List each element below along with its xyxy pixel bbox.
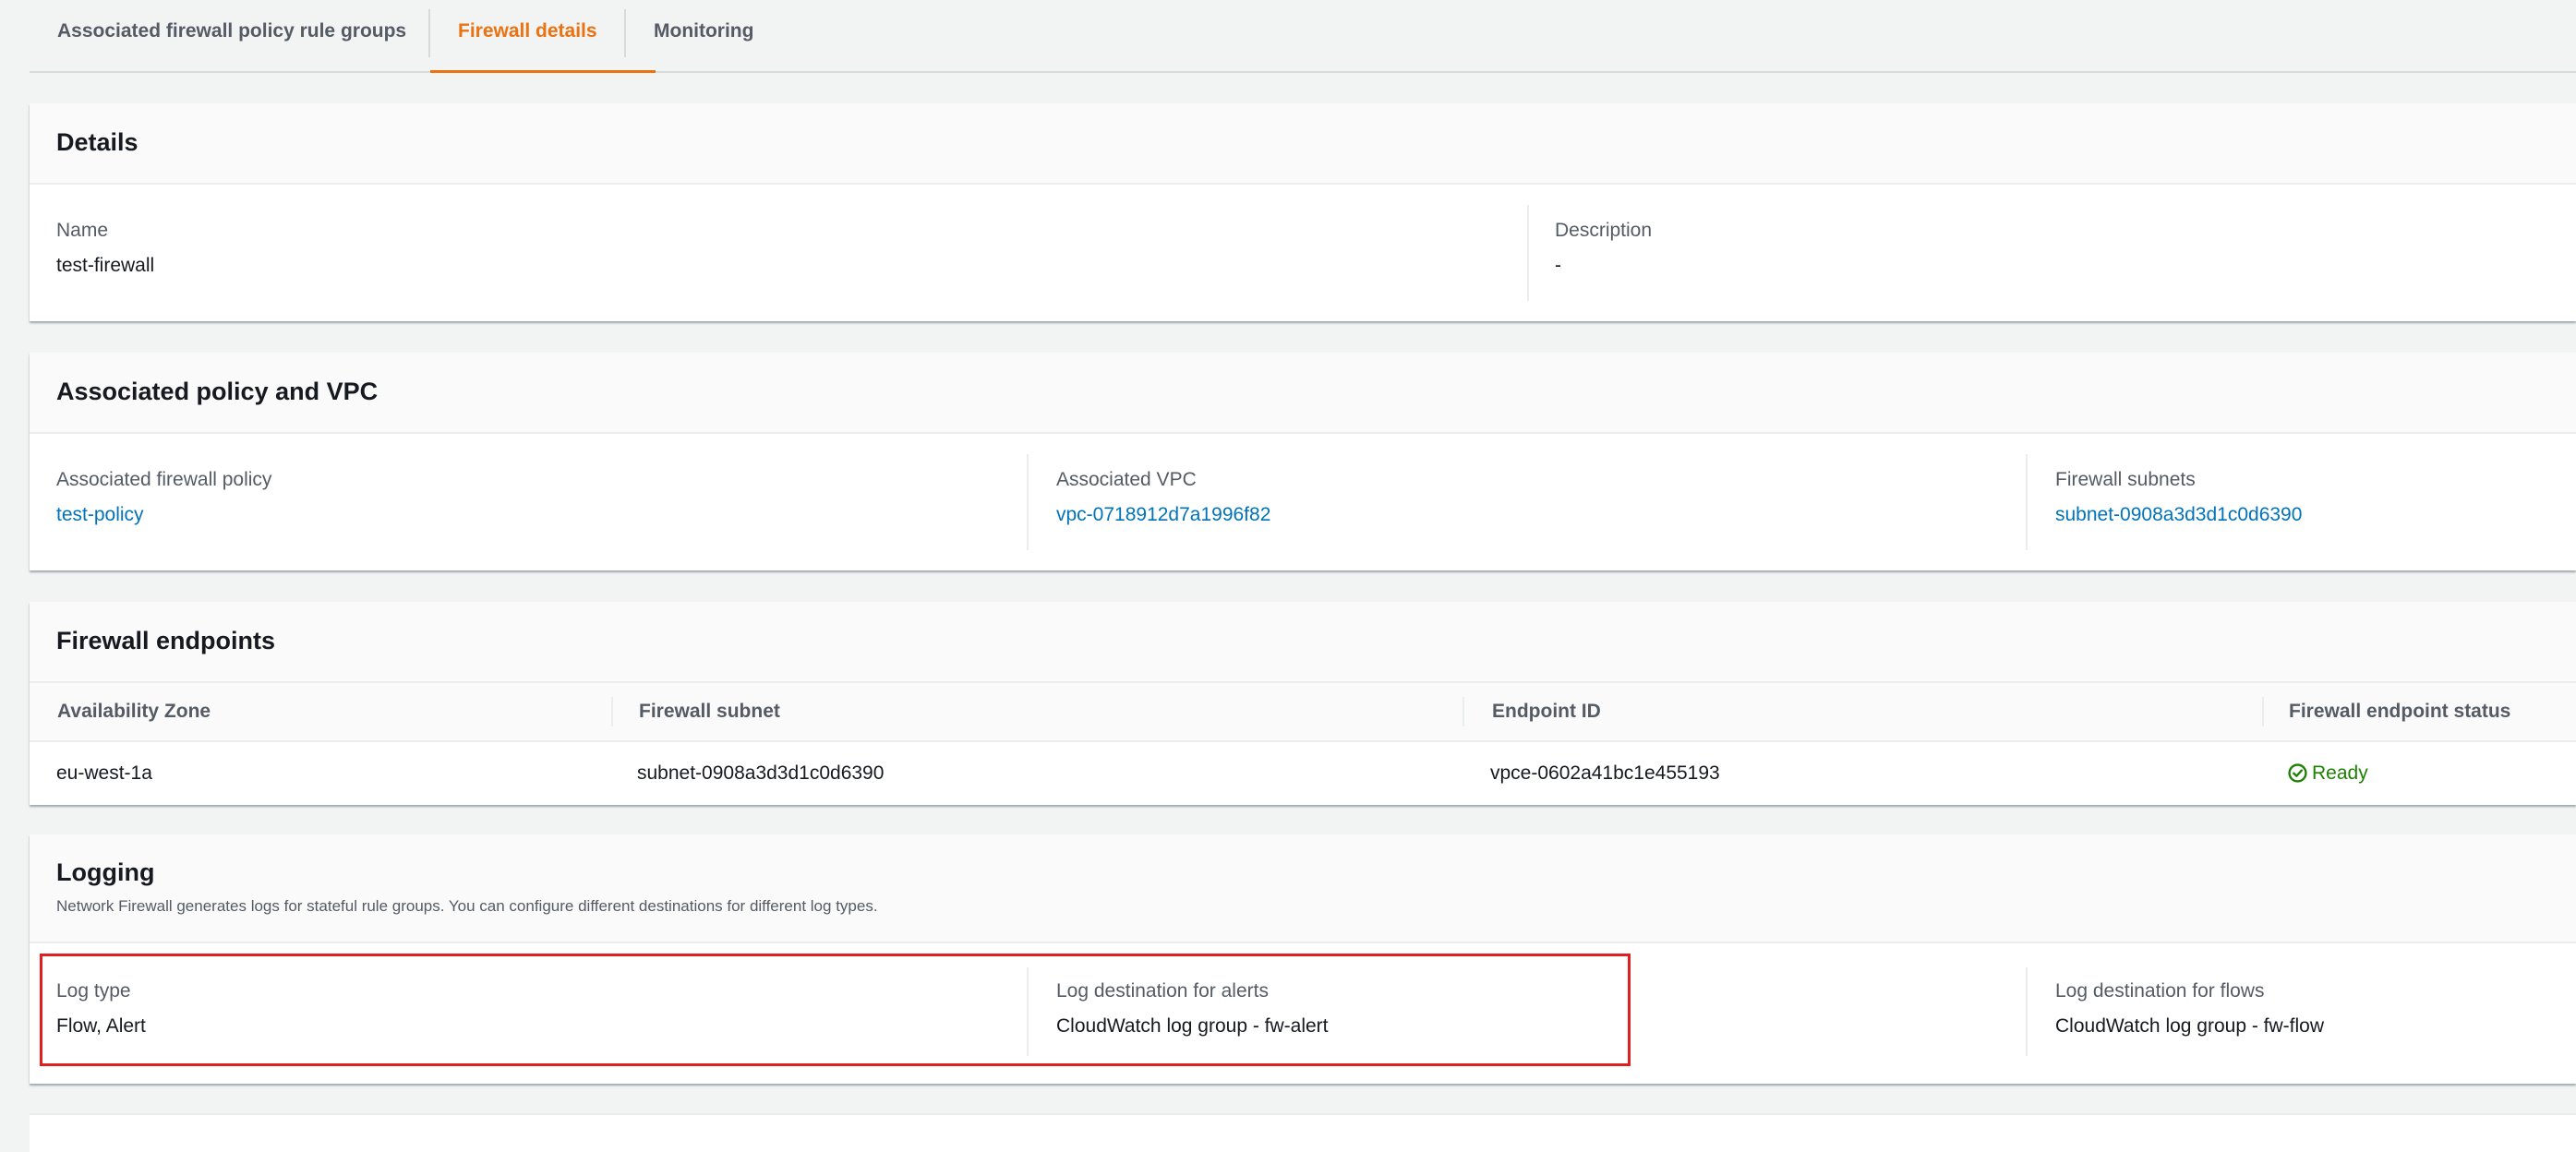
column-divider: [1527, 205, 1529, 301]
logging-header: Logging Network Firewall generates logs …: [30, 834, 2576, 943]
column-divider: [2026, 454, 2028, 550]
tab-firewall-details[interactable]: Firewall details: [430, 0, 656, 73]
cell-availability-zone: eu-west-1a: [56, 762, 152, 784]
alerts-destination-label: Log destination for alerts: [1056, 980, 1269, 1002]
cell-firewall-subnet: subnet-0908a3d3d1c0d6390: [637, 762, 885, 784]
vpc-link[interactable]: vpc-0718912d7a1996f82: [1056, 504, 1270, 526]
table-header-row: Availability Zone Firewall subnet Endpoi…: [30, 683, 2576, 742]
firewall-subnets-label: Firewall subnets: [2055, 469, 2196, 490]
flows-destination-label: Log destination for flows: [2055, 980, 2265, 1002]
details-panel: Details Name test-firewall Description -: [30, 103, 2576, 321]
highlight-box: [40, 954, 1631, 1066]
description-value: -: [1555, 255, 1561, 276]
tab-monitoring[interactable]: Monitoring: [626, 0, 781, 73]
tab-associated-rule-groups[interactable]: Associated firewall policy rule groups: [30, 0, 434, 73]
description-label: Description: [1555, 220, 1653, 241]
name-value: test-firewall: [56, 255, 155, 276]
column-header-endpoint-id[interactable]: Endpoint ID: [1492, 701, 1601, 723]
log-type-label: Log type: [56, 980, 131, 1002]
firewall-endpoints-panel: Firewall endpoints Availability Zone Fir…: [30, 602, 2576, 805]
details-header: Details: [30, 103, 2576, 185]
status-text: Ready: [2312, 762, 2368, 784]
firewall-endpoints-header: Firewall endpoints: [30, 602, 2576, 683]
next-panel: [30, 1113, 2576, 1152]
policy-vpc-header: Associated policy and VPC: [30, 353, 2576, 434]
column-divider: [2026, 967, 2028, 1056]
logging-description: Network Firewall generates logs for stat…: [56, 897, 878, 915]
firewall-endpoints-title: Firewall endpoints: [56, 627, 276, 654]
flows-destination-value: CloudWatch log group - fw-flow: [2055, 1015, 2325, 1037]
column-header-firewall-subnet[interactable]: Firewall subnet: [639, 701, 780, 723]
column-divider: [611, 697, 613, 726]
tab-bar: Associated firewall policy rule groups F…: [30, 0, 2576, 73]
logging-title: Logging: [56, 858, 155, 886]
vpc-label: Associated VPC: [1056, 469, 1197, 490]
policy-vpc-panel: Associated policy and VPC Associated fir…: [30, 353, 2576, 570]
cell-endpoint-id: vpce-0602a41bc1e455193: [1490, 762, 1720, 784]
column-divider: [1027, 967, 1029, 1056]
column-header-endpoint-status[interactable]: Firewall endpoint status: [2289, 701, 2510, 723]
policy-vpc-title: Associated policy and VPC: [56, 378, 379, 405]
firewall-policy-link[interactable]: test-policy: [56, 504, 144, 526]
details-title: Details: [56, 128, 138, 156]
firewall-policy-label: Associated firewall policy: [56, 469, 272, 490]
check-circle-icon: [2288, 763, 2307, 783]
column-header-availability-zone[interactable]: Availability Zone: [57, 701, 211, 723]
cell-endpoint-status: Ready: [2288, 762, 2368, 785]
table-row: eu-west-1a subnet-0908a3d3d1c0d6390 vpce…: [30, 742, 2576, 805]
alerts-destination-value: CloudWatch log group - fw-alert: [1056, 1015, 1329, 1037]
name-label: Name: [56, 220, 109, 241]
column-divider: [1463, 697, 1464, 726]
column-divider: [1027, 454, 1029, 550]
logging-panel: Logging Network Firewall generates logs …: [30, 834, 2576, 1084]
column-divider: [2262, 697, 2264, 726]
log-type-value: Flow, Alert: [56, 1015, 146, 1037]
firewall-subnets-link[interactable]: subnet-0908a3d3d1c0d6390: [2055, 504, 2302, 526]
